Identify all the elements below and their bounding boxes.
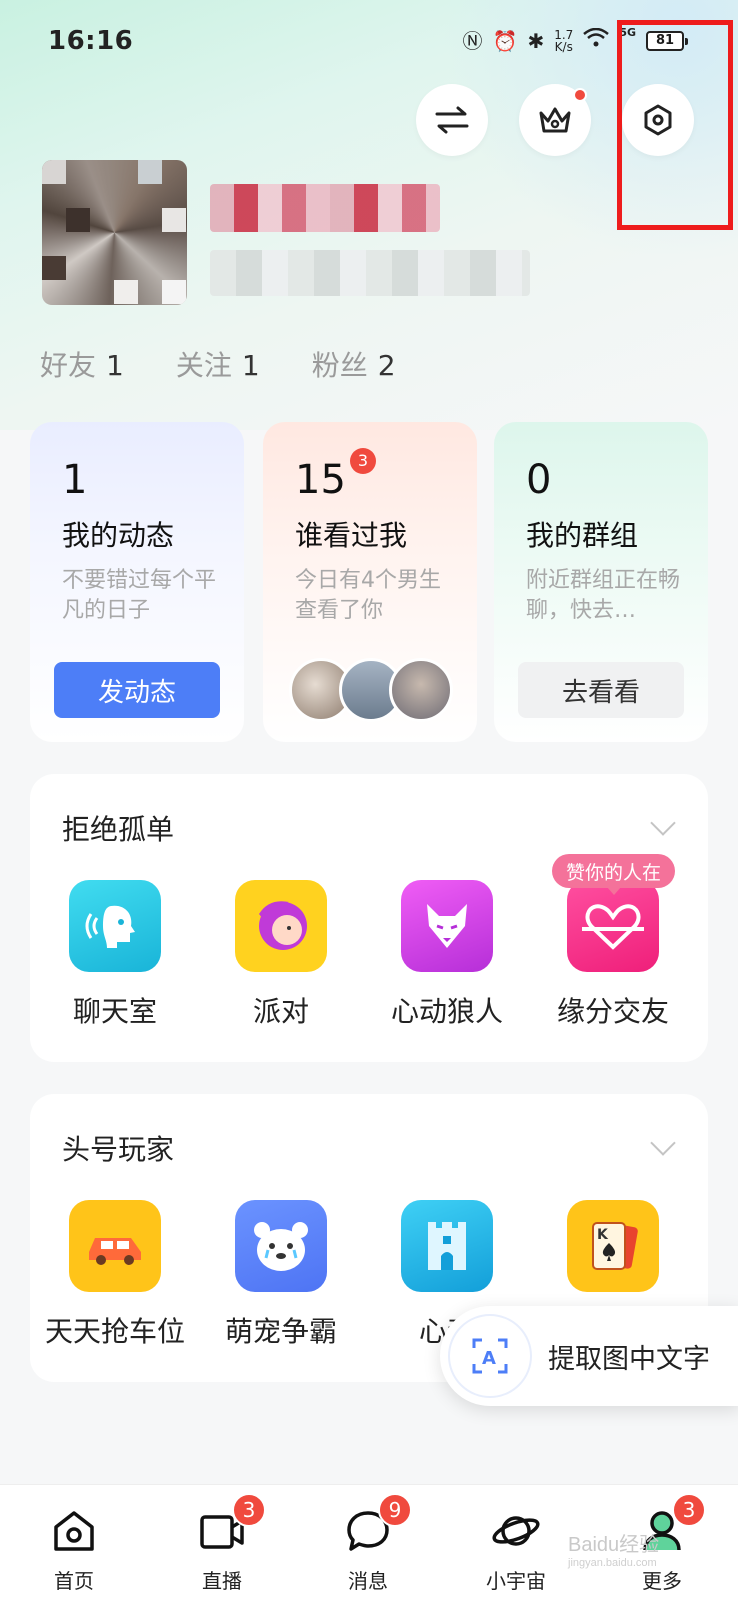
view-groups-button[interactable]: 去看看 bbox=[518, 662, 684, 718]
nfc-icon: Ⓝ bbox=[462, 28, 483, 53]
status-time: 16:16 bbox=[48, 26, 134, 56]
app-party[interactable]: 派对 bbox=[196, 880, 366, 1030]
planet-icon bbox=[488, 1503, 544, 1559]
car-icon bbox=[69, 1200, 161, 1292]
app-pets[interactable]: 萌宠争霸 bbox=[196, 1200, 366, 1350]
poker-card-icon: K bbox=[567, 1200, 659, 1292]
visitor-avatars[interactable] bbox=[289, 658, 453, 722]
svg-text:A: A bbox=[482, 1348, 496, 1369]
voice-chat-icon bbox=[69, 880, 161, 972]
baidu-watermark: Baidu经验 jingyan.baidu.com bbox=[568, 1534, 660, 1569]
app-poker[interactable]: K bbox=[528, 1200, 698, 1310]
stat-fans[interactable]: 粉丝 2 bbox=[312, 344, 396, 384]
messages-badge: 9 bbox=[378, 1493, 412, 1527]
card-my-groups[interactable]: 0 我的群组 附近群组正在畅聊，快去… 去看看 bbox=[494, 422, 708, 742]
card-title: 我的群组 bbox=[526, 519, 639, 552]
message-bubble-icon: 9 bbox=[340, 1493, 412, 1559]
text-scan-icon: A bbox=[448, 1314, 532, 1398]
card-visitors[interactable]: 15 3 谁看过我 今日有4个男生查看了你 bbox=[263, 422, 477, 742]
settings-highlight-annotation bbox=[617, 20, 733, 230]
switch-account-button[interactable] bbox=[416, 84, 488, 156]
vip-button[interactable] bbox=[519, 84, 591, 156]
more-badge: 3 bbox=[672, 1493, 706, 1527]
live-video-icon: 3 bbox=[194, 1493, 266, 1559]
svg-text:K: K bbox=[597, 1227, 609, 1243]
section-title: 头号玩家 bbox=[62, 1133, 175, 1166]
section-title: 拒绝孤单 bbox=[62, 813, 175, 846]
app-parking[interactable]: 天天抢车位 bbox=[30, 1200, 200, 1350]
bear-icon bbox=[235, 1200, 327, 1292]
extract-text-label: 提取图中文字 bbox=[548, 1343, 710, 1375]
card-desc: 附近群组正在畅聊，快去… bbox=[526, 568, 681, 623]
extract-text-floating-button[interactable]: A 提取图中文字 bbox=[440, 1306, 738, 1406]
alarm-icon: ⏰ bbox=[492, 28, 518, 53]
castle-icon bbox=[401, 1200, 493, 1292]
card-title: 谁看过我 bbox=[295, 519, 408, 552]
likes-tooltip: 赞你的人在 bbox=[552, 854, 676, 895]
profile-stats: 好友 1 关注 1 粉丝 2 bbox=[40, 344, 396, 384]
crown-icon bbox=[539, 107, 571, 133]
post-button[interactable]: 发动态 bbox=[54, 662, 220, 718]
card-desc: 今日有4个男生查看了你 bbox=[295, 568, 441, 623]
avatar[interactable] bbox=[42, 160, 187, 305]
card-desc: 不要错过每个平凡的日子 bbox=[62, 568, 217, 623]
stat-friends[interactable]: 好友 1 bbox=[40, 344, 124, 384]
nav-home[interactable]: 首页 bbox=[14, 1503, 134, 1594]
card-title: 我的动态 bbox=[62, 519, 175, 552]
live-badge: 3 bbox=[232, 1493, 266, 1527]
wifi-icon bbox=[583, 27, 610, 53]
vip-notification-dot bbox=[573, 88, 587, 102]
username-blurred bbox=[210, 184, 440, 232]
stat-following[interactable]: 关注 1 bbox=[176, 344, 260, 384]
visitor-badge: 3 bbox=[349, 448, 376, 474]
user-signature-blurred bbox=[210, 250, 530, 296]
section-social: 拒绝孤单 聊天室 派对 心动狼人 缘分交友 bbox=[30, 774, 708, 1062]
home-icon bbox=[46, 1503, 102, 1559]
visitor-avatar bbox=[389, 658, 453, 722]
party-face-icon bbox=[235, 880, 327, 972]
nav-messages[interactable]: 9 消息 bbox=[308, 1493, 428, 1594]
network-speed: 1.7 K/s bbox=[554, 27, 574, 54]
bluetooth-icon: ✱ bbox=[527, 28, 545, 53]
wolf-icon bbox=[401, 880, 493, 972]
card-my-posts[interactable]: 1 我的动态 不要错过每个平凡的日子 发动态 bbox=[30, 422, 244, 742]
card-count: 1 bbox=[62, 457, 88, 503]
chevron-down-icon[interactable] bbox=[650, 1130, 676, 1156]
swap-arrows-icon bbox=[435, 106, 469, 134]
nav-live[interactable]: 3 直播 bbox=[162, 1493, 282, 1594]
app-dating[interactable]: 缘分交友 bbox=[528, 880, 698, 1030]
chevron-down-icon[interactable] bbox=[650, 810, 676, 836]
card-count: 15 3 bbox=[295, 448, 376, 504]
card-count: 0 bbox=[526, 457, 552, 503]
nav-universe[interactable]: 小宇宙 bbox=[456, 1503, 576, 1594]
app-chat-room[interactable]: 聊天室 bbox=[30, 880, 200, 1030]
app-werewolf[interactable]: 心动狼人 bbox=[362, 880, 532, 1030]
